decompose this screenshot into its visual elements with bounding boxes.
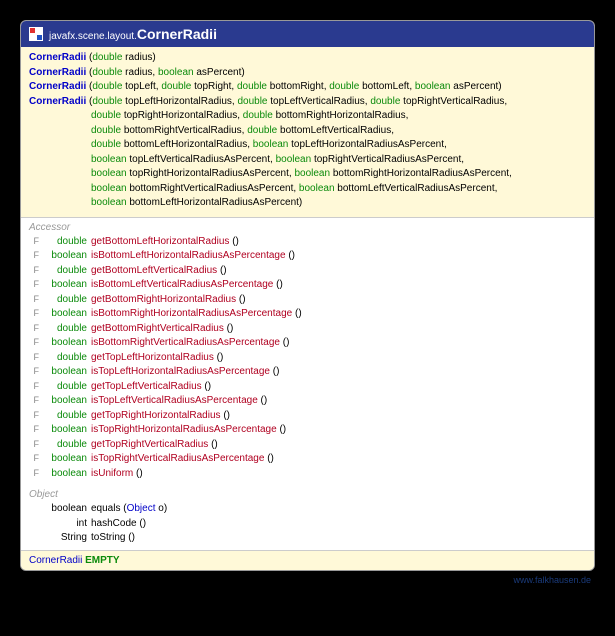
method-row: inthashCode () [29,517,586,532]
constructor-row: CornerRadii (double topLeft, double topR… [29,80,586,95]
accessor-section: Accessor FdoublegetBottomLeftHorizontalR… [21,218,594,486]
method-row: FdoublegetTopRightHorizontalRadius () [29,409,586,424]
constant-type: CornerRadii [29,555,82,566]
method-row: FbooleanisBottomRightHorizontalRadiusAsP… [29,307,586,322]
method-row: FbooleanisTopRightVerticalRadiusAsPercen… [29,452,586,467]
constructors-section: CornerRadii (double radius)CornerRadii (… [21,47,594,218]
object-method-list: booleanequals (Object o)inthashCode ()St… [21,502,594,548]
constructor-row: CornerRadii (double topLeftHorizontalRad… [29,95,586,211]
method-row: FdoublegetBottomLeftHorizontalRadius () [29,235,586,250]
method-row: FbooleanisBottomLeftVerticalRadiusAsPerc… [29,278,586,293]
method-row: FdoublegetTopRightVerticalRadius () [29,438,586,453]
method-row: FbooleanisUniform () [29,467,586,482]
method-row: FbooleanisBottomRightVerticalRadiusAsPer… [29,336,586,351]
method-row: booleanequals (Object o) [29,502,586,517]
method-row: FdoublegetBottomRightVerticalRadius () [29,322,586,337]
package-name: javafx.scene.layout. [49,31,137,42]
constructor-row: CornerRadii (double radius, boolean asPe… [29,66,586,81]
constant-name: EMPTY [85,555,119,566]
method-row: FdoublegetTopLeftVerticalRadius () [29,380,586,395]
method-row: FbooleanisBottomLeftHorizontalRadiusAsPe… [29,249,586,264]
api-card: javafx.scene.layout.CornerRadii CornerRa… [20,20,595,571]
constants-section: CornerRadii EMPTY [21,550,594,570]
method-row: FdoublegetBottomLeftVerticalRadius () [29,264,586,279]
method-row: FbooleanisTopLeftHorizontalRadiusAsPerce… [29,365,586,380]
class-name: CornerRadii [137,26,217,42]
method-row: FdoublegetTopLeftHorizontalRadius () [29,351,586,366]
watermark: www.falkhausen.de [20,571,595,585]
object-section: Object booleanequals (Object o)inthashCo… [21,485,594,550]
header-text: javafx.scene.layout.CornerRadii [49,26,217,42]
method-row: FbooleanisTopLeftVerticalRadiusAsPercent… [29,394,586,409]
method-row: StringtoString () [29,531,586,546]
constructor-row: CornerRadii (double radius) [29,51,586,66]
class-icon [29,27,43,41]
method-row: FdoublegetBottomRightHorizontalRadius () [29,293,586,308]
object-title: Object [21,487,594,502]
method-row: FbooleanisTopRightHorizontalRadiusAsPerc… [29,423,586,438]
accessor-title: Accessor [21,220,594,235]
header-bar: javafx.scene.layout.CornerRadii [21,21,594,47]
accessor-list: FdoublegetBottomLeftHorizontalRadius ()F… [21,235,594,484]
